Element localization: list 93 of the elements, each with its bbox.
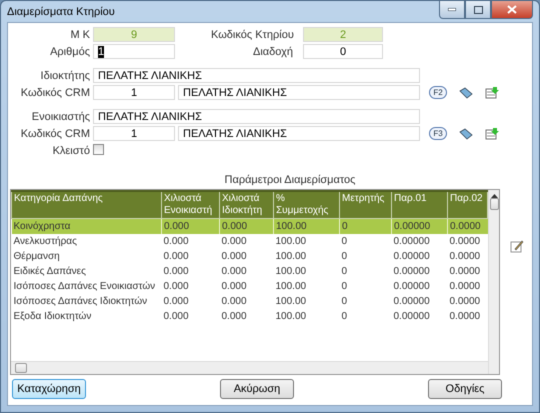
table-cell-text: Θέρμανση xyxy=(12,250,61,264)
table-cell-text: Ισόποσες Δαπάνες Ιδιοκτητών xyxy=(12,294,148,308)
table-cell-text: 0.0000 xyxy=(448,264,482,278)
table-cell-text: 0.0000 xyxy=(448,280,482,294)
crm-name-field[interactable]: ΠΕΛΑΤΗΣ ΛΙΑΝΙΚΗΣ xyxy=(178,85,420,100)
crm-name-field[interactable]: ΠΕΛΑΤΗΣ ΛΙΑΝΙΚΗΣ xyxy=(178,126,420,141)
table-cell-text: 0.0000 xyxy=(448,310,482,324)
table-cell-text: Ειδικές Δαπάνες xyxy=(12,264,87,278)
table-cell: Κοινόχρηστα xyxy=(12,218,162,234)
table-cell: 0.000 xyxy=(220,234,274,248)
field-label: Κωδικός CRM xyxy=(20,128,90,140)
table-row[interactable]: Ανελκυστήρας 0.000 0.000 100.00 0 0.00000 0.0000 xyxy=(12,234,488,248)
name-field[interactable]: ΠΕΛΑΤΗΣ ΛΙΑΝΙΚΗΣ xyxy=(93,109,420,124)
table-cell-text: 0 xyxy=(340,250,348,264)
table-cell-text: Ισόποσες Δαπάνες Ενοικιαστών xyxy=(12,280,156,294)
horizontal-scrollbar[interactable] xyxy=(11,361,488,374)
table-cell-text: 0.00000 xyxy=(392,310,431,324)
table-cell-text: 100.00 xyxy=(274,294,308,308)
table-cell-text: 0.000 xyxy=(162,310,190,324)
list-add-icon[interactable] xyxy=(485,127,499,140)
closed-checkbox[interactable] xyxy=(93,144,104,155)
table-cell-text: 0.00000 xyxy=(392,264,431,278)
table-cell-text: 0.000 xyxy=(220,310,248,324)
table-cell-text: 0.000 xyxy=(162,294,190,308)
column-header[interactable]: Κατηγορία Δαπάνης xyxy=(12,191,162,218)
crm-code-field[interactable]: 1 xyxy=(93,126,175,141)
field-label: Ιδιοκτήτης xyxy=(40,70,90,82)
list-add-icon[interactable] xyxy=(485,86,499,99)
table-cell-text: Εξοδα Ιδιοκτητών xyxy=(12,310,92,324)
scroll-thumb[interactable] xyxy=(490,198,498,210)
table-cell-text: 0.0000 xyxy=(448,294,482,308)
column-header[interactable]: Μετρητής xyxy=(340,191,392,218)
window-title: Διαμερίσματα Κτηρίου xyxy=(7,6,115,18)
table-cell-text: 100.00 xyxy=(274,280,308,294)
table-cell-text: 0 xyxy=(340,310,348,324)
table-cell-text: 100.00 xyxy=(274,250,308,264)
table-cell-text: 0.0000 xyxy=(448,250,482,264)
table-cell-text: 0.00000 xyxy=(392,280,431,294)
table-cell-text: 0 xyxy=(340,264,348,278)
field-label: Μ Κ xyxy=(69,28,90,40)
table-cell-text: 0.000 xyxy=(220,264,248,278)
edit-icon[interactable] xyxy=(510,239,524,253)
table-cell-text: 100.00 xyxy=(274,310,308,324)
name-field[interactable]: ΠΕΛΑΤΗΣ ΛΙΑΝΙΚΗΣ xyxy=(93,68,420,83)
dialog-button[interactable]: Οδηγίες xyxy=(428,379,502,399)
table-cell-text: 0.000 xyxy=(162,280,190,294)
minimize-icon xyxy=(448,8,456,11)
vertical-scrollbar[interactable] xyxy=(488,190,499,361)
dialog-button[interactable]: Ακύρωση xyxy=(220,379,294,399)
maximize-button[interactable] xyxy=(465,1,491,19)
column-header[interactable]: Χιλιοστά Ενοικιαστή xyxy=(162,191,220,218)
scrollbar-corner xyxy=(488,361,499,374)
dialog-button[interactable]: Καταχώρηση xyxy=(12,379,86,399)
table-cell-text: 0.000 xyxy=(220,250,248,264)
table-cell: 0.000 xyxy=(162,234,220,248)
field-label: Κωδικός CRM xyxy=(20,86,90,98)
field-label: Ενοικιαστής xyxy=(30,110,90,122)
field-label: Διαδοχή xyxy=(252,46,293,58)
tag-icon[interactable] xyxy=(459,86,473,98)
table-cell-text: 0.000 xyxy=(162,250,190,264)
number-field[interactable]: 1 xyxy=(93,44,175,59)
field-label: Αριθμός xyxy=(49,46,90,58)
table-cell-text: 100.00 xyxy=(274,264,308,278)
column-header[interactable]: Παρ.02 xyxy=(448,191,488,218)
table-cell: 0 xyxy=(340,234,392,248)
table-cell: 0.00000 xyxy=(392,234,448,248)
table-title: Παράμετροι Διαμερίσματος xyxy=(224,174,356,186)
table-cell-text: 0.00000 xyxy=(392,294,431,308)
minimize-button[interactable] xyxy=(439,1,465,19)
maximize-icon xyxy=(474,6,482,14)
table-cell-text: 0.000 xyxy=(220,294,248,308)
table-cell: 0.0000 xyxy=(448,234,488,248)
crm-code-field[interactable]: 1 xyxy=(93,85,175,100)
table-cell-text: 0 xyxy=(340,294,348,308)
column-header[interactable]: % Συμμετοχής xyxy=(274,191,340,218)
table-cell-text: 0.000 xyxy=(220,280,248,294)
column-header[interactable]: Χιλιοστά Ιδιοκτήτη xyxy=(220,191,274,218)
lookup-key-icon[interactable]: F2 xyxy=(429,86,447,99)
table-cell: Ανελκυστήρας xyxy=(12,234,162,248)
lookup-key-icon[interactable]: F3 xyxy=(429,127,447,140)
field-label: Κωδικός Κτηρίου xyxy=(211,28,293,40)
table-cell-text: 0 xyxy=(340,280,348,294)
table-row[interactable]: Κοινόχρηστα 0.000 0.000 100.00 0 0.00000 0.0000 xyxy=(12,218,488,234)
succession-field[interactable]: 0 xyxy=(303,44,383,59)
table-cell: 100.00 xyxy=(274,234,340,248)
close-icon xyxy=(507,5,517,14)
table-cell-text: 0.00000 xyxy=(392,250,431,264)
column-header[interactable]: Παρ.01 xyxy=(392,191,448,218)
tag-icon[interactable] xyxy=(459,128,473,140)
close-button[interactable] xyxy=(491,1,533,19)
table-cell-text: 0.000 xyxy=(162,264,190,278)
scroll-thumb[interactable] xyxy=(15,363,27,373)
field-label: Κλειστό xyxy=(52,145,90,157)
